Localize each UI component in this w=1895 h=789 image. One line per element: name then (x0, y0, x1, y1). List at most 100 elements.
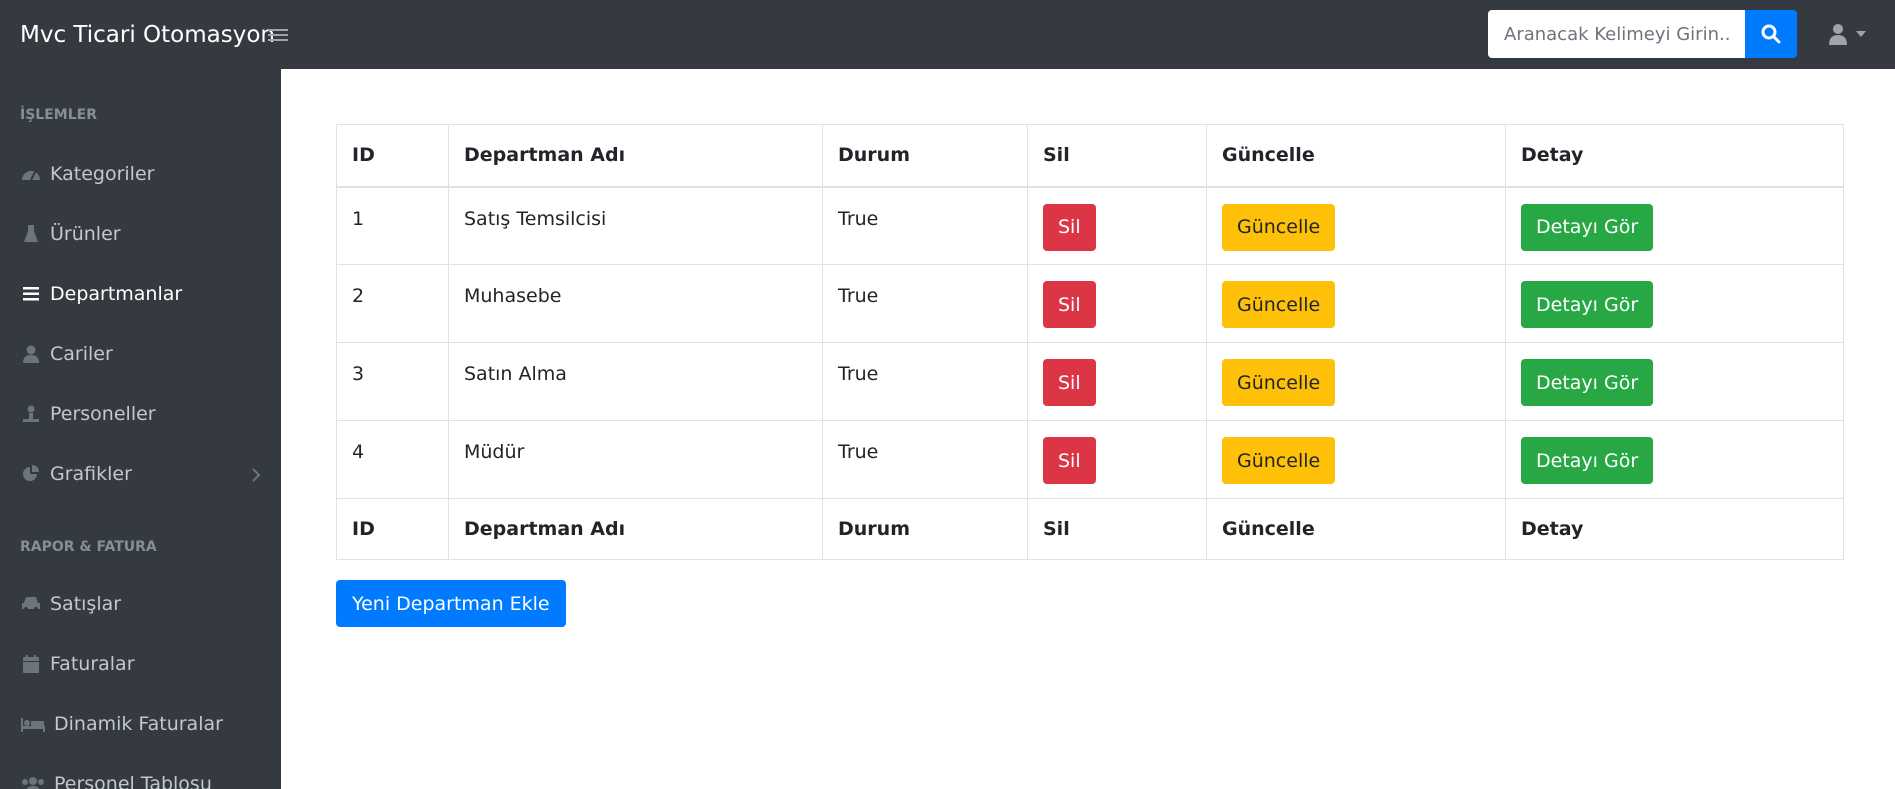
main-content: ID Departman Adı Durum Sil Güncelle Deta… (281, 69, 1895, 789)
user-icon (20, 344, 42, 364)
table-footer: ID Departman Adı Durum Sil Güncelle Deta… (336, 498, 1844, 560)
sidebar-section-rapor-fatura: RAPOR & FATURA (20, 539, 157, 555)
column-header-id: ID (336, 124, 449, 188)
sidebar-item-faturalar[interactable]: Faturalar (0, 636, 281, 692)
user-menu[interactable] (1828, 23, 1866, 45)
cell-id: 1 (336, 186, 449, 265)
column-header-delete: Sil (1027, 124, 1207, 188)
list-icon (20, 284, 42, 304)
sidebar-item-label: Ürünler (50, 223, 121, 245)
cell-update: Güncelle (1206, 264, 1506, 343)
sidebar-item-label: Cariler (50, 343, 113, 365)
car-icon (20, 594, 42, 614)
sidebar-item-personel-tablosu[interactable]: Personel Tablosu (0, 756, 281, 789)
footer-header-status: Durum (822, 498, 1028, 560)
users-icon (20, 774, 46, 789)
bed-icon (20, 714, 46, 734)
search-form (1488, 10, 1797, 58)
detail-button[interactable]: Detayı Gör (1521, 281, 1654, 328)
column-header-name: Departman Adı (448, 124, 823, 188)
detail-button[interactable]: Detayı Gör (1521, 359, 1654, 406)
caret-down-icon (1856, 31, 1866, 37)
sidebar-item-label: Personeller (50, 403, 156, 425)
cell-name: Satış Temsilcisi (448, 186, 823, 265)
sidebar-section-islemler: İŞLEMLER (20, 107, 97, 123)
top-navbar: Mvc Ticari Otomasyon (0, 0, 1895, 69)
search-icon (1761, 24, 1781, 44)
sidebar-item-label: Satışlar (50, 593, 122, 615)
sidebar-item-label: Kategoriler (50, 163, 155, 185)
cell-id: 3 (336, 342, 449, 421)
footer-header-id: ID (336, 498, 449, 560)
sidebar-item-label: Departmanlar (50, 283, 183, 305)
sidebar-item-urunler[interactable]: Ürünler (0, 206, 281, 262)
chevron-right-icon (252, 465, 261, 487)
sidebar-item-label: Faturalar (50, 653, 135, 675)
add-department-button[interactable]: Yeni Departman Ekle (336, 580, 566, 627)
update-button[interactable]: Güncelle (1222, 203, 1336, 251)
sidebar-item-departmanlar[interactable]: Departmanlar (0, 266, 281, 322)
cell-delete: Sil (1027, 264, 1207, 343)
footer-header-name: Departman Adı (448, 498, 823, 560)
sidebar-item-cariler[interactable]: Cariler (0, 326, 281, 382)
cell-update: Güncelle (1206, 420, 1506, 499)
search-button[interactable] (1745, 10, 1797, 58)
cell-detail: Detayı Gör (1505, 420, 1844, 499)
person-icon (20, 404, 42, 424)
search-input[interactable] (1488, 10, 1745, 58)
cell-detail: Detayı Gör (1505, 186, 1844, 265)
cell-status: True (822, 420, 1028, 499)
delete-button[interactable]: Sil (1043, 281, 1096, 328)
footer-header-update: Güncelle (1206, 498, 1506, 560)
cell-detail: Detayı Gör (1505, 264, 1844, 343)
pie-chart-icon (20, 464, 42, 484)
cell-detail: Detayı Gör (1505, 342, 1844, 421)
brand-title[interactable]: Mvc Ticari Otomasyon (0, 22, 275, 48)
menu-toggle-icon[interactable] (268, 27, 288, 43)
cell-status: True (822, 264, 1028, 343)
cell-name: Muhasebe (448, 264, 823, 343)
cell-delete: Sil (1027, 342, 1207, 421)
column-header-detail: Detay (1505, 124, 1844, 188)
column-header-status: Durum (822, 124, 1028, 188)
footer-header-detail: Detay (1505, 498, 1844, 560)
sidebar-item-label: Grafikler (50, 463, 132, 485)
sidebar-item-satislar[interactable]: Satışlar (0, 576, 281, 632)
sidebar: İŞLEMLER Kategoriler Ürünler Departmanla… (0, 69, 281, 789)
detail-button[interactable]: Detayı Gör (1521, 203, 1654, 251)
cell-delete: Sil (1027, 186, 1207, 265)
sidebar-item-grafikler[interactable]: Grafikler (0, 446, 281, 502)
detail-button[interactable]: Detayı Gör (1521, 437, 1654, 484)
delete-button[interactable]: Sil (1043, 203, 1096, 251)
table-header: ID Departman Adı Durum Sil Güncelle Deta… (336, 124, 1844, 188)
cell-name: Satın Alma (448, 342, 823, 421)
delete-button[interactable]: Sil (1043, 437, 1096, 484)
update-button[interactable]: Güncelle (1222, 281, 1336, 328)
table-row: 4 Müdür True Sil Güncelle Detayı Gör (336, 420, 1844, 499)
update-button[interactable]: Güncelle (1222, 437, 1336, 484)
cell-id: 4 (336, 420, 449, 499)
table-row: 1 Satış Temsilcisi True Sil Güncelle Det… (336, 186, 1844, 265)
cell-status: True (822, 186, 1028, 265)
cell-name: Müdür (448, 420, 823, 499)
footer-header-delete: Sil (1027, 498, 1207, 560)
cell-update: Güncelle (1206, 186, 1506, 265)
departments-table: ID Departman Adı Durum Sil Güncelle Deta… (336, 124, 1844, 560)
sidebar-item-personeller[interactable]: Personeller (0, 386, 281, 442)
sidebar-item-kategoriler[interactable]: Kategoriler (0, 146, 281, 202)
user-icon (1829, 24, 1847, 45)
calendar-icon (20, 654, 42, 674)
cell-update: Güncelle (1206, 342, 1506, 421)
flask-icon (20, 224, 42, 244)
column-header-update: Güncelle (1206, 124, 1506, 188)
dashboard-icon (20, 164, 42, 184)
update-button[interactable]: Güncelle (1222, 359, 1336, 406)
sidebar-item-label: Dinamik Faturalar (54, 713, 223, 735)
sidebar-item-dinamik-faturalar[interactable]: Dinamik Faturalar (0, 696, 281, 752)
cell-status: True (822, 342, 1028, 421)
cell-id: 2 (336, 264, 449, 343)
table-row: 3 Satın Alma True Sil Güncelle Detayı Gö… (336, 342, 1844, 421)
delete-button[interactable]: Sil (1043, 359, 1096, 406)
sidebar-item-label: Personel Tablosu (54, 773, 212, 789)
cell-delete: Sil (1027, 420, 1207, 499)
